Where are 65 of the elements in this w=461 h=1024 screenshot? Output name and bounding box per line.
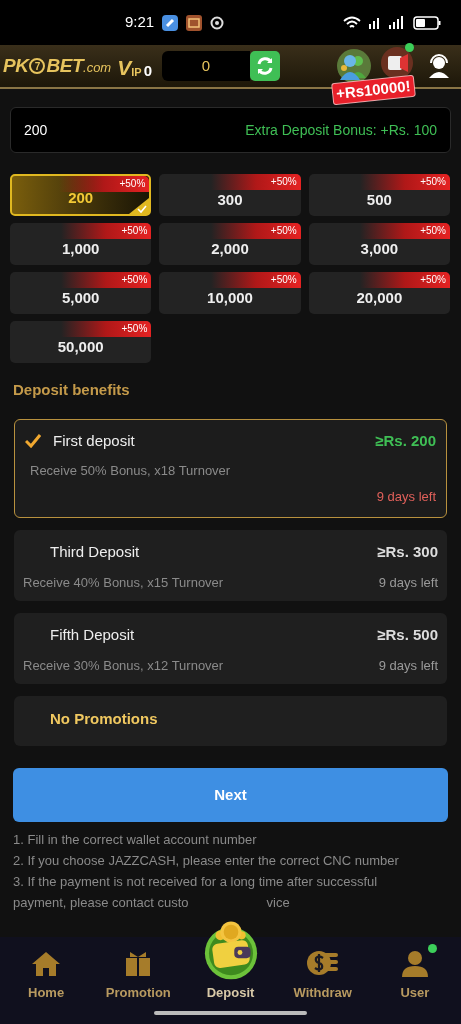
nav-tab[interactable]: Deposit	[184, 918, 277, 1002]
bonus-tag: +50%	[360, 174, 450, 190]
promotion-description: Receive 50% Bonus, x18 Turnover	[30, 462, 232, 480]
promotion-card[interactable]: No Promotions	[14, 696, 447, 746]
amount-option[interactable]: 50,000 +50%	[10, 321, 152, 363]
promotion-title: No Promotions	[50, 709, 158, 729]
browser-icon	[210, 15, 225, 30]
support-agent-icon[interactable]	[428, 54, 450, 78]
amount-field[interactable]: 200 Extra Deposit Bonus: +Rs. 100	[10, 107, 451, 153]
vip-level: VIP0	[117, 55, 152, 78]
amount-option[interactable]: 300 +50%	[159, 174, 301, 216]
promotion-title: Fifth Deposit	[50, 625, 135, 645]
promotion-description: Receive 40% Bonus, x15 Turnover	[23, 573, 224, 592]
note-text: 3. If the payment is not received for a long time after successful	[13, 873, 378, 891]
promotion-card[interactable]: First deposit ≥Rs. 200 Receive 50% Bonus, x18 Turnover 9 days left	[14, 418, 447, 518]
amount-option[interactable]: 200 +50%	[10, 174, 152, 216]
balance-display: 0	[161, 51, 250, 81]
amount-option[interactable]: 2,000 +50%	[159, 223, 301, 265]
bonus-tag: +50%	[61, 223, 152, 239]
nav-tab[interactable]: Home	[0, 946, 93, 1002]
amount-option[interactable]: 10,000 +50%	[159, 272, 301, 314]
nav-tab[interactable]: Withdraw	[276, 946, 369, 1002]
amount-option[interactable]: 500 +50%	[308, 174, 450, 216]
minimum-amount: ≥Rs. 200	[375, 430, 436, 451]
amount-option[interactable]: 3,000 +50%	[308, 223, 450, 265]
bonus-tag: +50%	[360, 272, 450, 288]
amount-option[interactable]: 1,000 +50%	[10, 223, 152, 265]
bonus-tag: +50%	[210, 272, 301, 288]
nav-tab[interactable]: User	[368, 946, 461, 1002]
refresh-icon[interactable]	[249, 51, 280, 81]
bonus-tag: +50%	[210, 174, 301, 190]
promotion-card[interactable]: Third Deposit ≥Rs. 300 Receive 40% Bonus, x15 Turnover 9 days left	[14, 530, 447, 601]
clock-time: 9:21	[125, 12, 155, 33]
promotion-title: First deposit	[53, 430, 135, 451]
promotion-title: Third Deposit	[50, 542, 140, 562]
minimum-amount: ≥Rs. 300	[377, 542, 438, 562]
amount-option[interactable]: 5,000 +50%	[10, 272, 152, 314]
note-text: vice	[266, 894, 290, 912]
bonus-tag: +50%	[61, 272, 152, 288]
amount-option[interactable]: 20,000 +50%	[308, 272, 450, 314]
check-icon	[25, 433, 41, 448]
note-text: 1. Fill in the correct wallet account number	[13, 831, 257, 849]
section-title: Deposit benefits	[13, 380, 131, 400]
note-text: 2. If you choose JAZZCASH, please enter the correct CNC number	[13, 852, 399, 870]
days-left-text: 9 days left	[378, 656, 438, 675]
nav-tab[interactable]: Promotion	[92, 946, 185, 1002]
bonus-tag: +50%	[61, 321, 152, 337]
promotion-card[interactable]: Fifth Deposit ≥Rs. 500 Receive 30% Bonus, x12 Turnover 9 days left	[14, 613, 447, 684]
battery-icon	[413, 15, 441, 30]
bonus-tag: +50%	[59, 176, 150, 192]
bonus-text: Extra Deposit Bonus: +Rs. 100	[245, 120, 437, 140]
note-text: payment, please contact custo	[13, 894, 189, 912]
days-left-text: 9 days left	[378, 573, 438, 592]
check-icon	[129, 198, 150, 214]
app-icon	[186, 14, 203, 31]
brand-logo: PK 7 BET.com	[3, 53, 112, 78]
promotion-description: Receive 30% Bonus, x12 Turnover	[23, 656, 224, 675]
minimum-amount: ≥Rs. 500	[377, 625, 438, 645]
bonus-tag: +50%	[360, 223, 450, 239]
bonus-badge: +Rs10000!	[331, 74, 416, 106]
bonus-tag: +50%	[210, 223, 301, 239]
wifi-icon	[343, 15, 361, 30]
days-left-text: 9 days left	[376, 487, 436, 506]
app-icon	[162, 14, 179, 31]
megaphone-icon[interactable]	[380, 45, 414, 80]
